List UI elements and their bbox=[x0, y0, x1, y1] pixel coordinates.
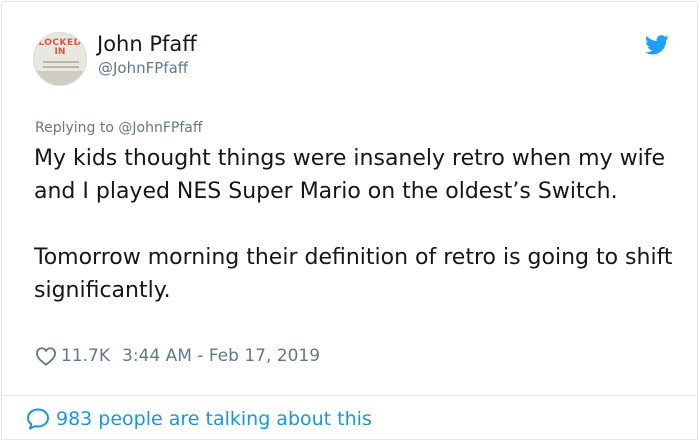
conversation-link[interactable]: 983 people are talking about this bbox=[26, 406, 372, 432]
avatar-title-line2: IN bbox=[54, 47, 66, 57]
tweet-header: LOCKED IN John Pfaff @JohnFPfaff bbox=[2, 2, 697, 102]
speech-bubble-icon bbox=[27, 408, 49, 430]
avatar-fine-print bbox=[43, 66, 79, 68]
tweet-text: My kids thought things were insanely ret… bbox=[34, 146, 673, 303]
tweet-meta: 11.7K 3:44 AM - Feb 17, 2019 bbox=[35, 344, 320, 368]
avatar-base bbox=[34, 71, 86, 85]
author-handle[interactable]: @JohnFPfaff bbox=[98, 59, 188, 77]
avatar[interactable]: LOCKED IN bbox=[33, 32, 87, 86]
reply-context-prefix: Replying to bbox=[35, 120, 119, 136]
reply-context-handle[interactable]: @JohnFPfaff bbox=[118, 120, 202, 136]
heart-icon[interactable] bbox=[35, 346, 57, 366]
twitter-bird-icon[interactable] bbox=[645, 35, 669, 55]
tweet-timestamp[interactable]: 3:44 AM - Feb 17, 2019 bbox=[122, 346, 320, 366]
avatar-fine-print bbox=[43, 61, 79, 63]
like-count[interactable]: 11.7K bbox=[61, 346, 110, 366]
author-display-name[interactable]: John Pfaff bbox=[97, 32, 197, 56]
divider bbox=[2, 395, 697, 396]
tweet-card: LOCKED IN John Pfaff @JohnFPfaff Replyin… bbox=[1, 1, 698, 440]
reply-context: Replying to @JohnFPfaff bbox=[35, 120, 202, 136]
conversation-label: 983 people are talking about this bbox=[56, 408, 372, 430]
